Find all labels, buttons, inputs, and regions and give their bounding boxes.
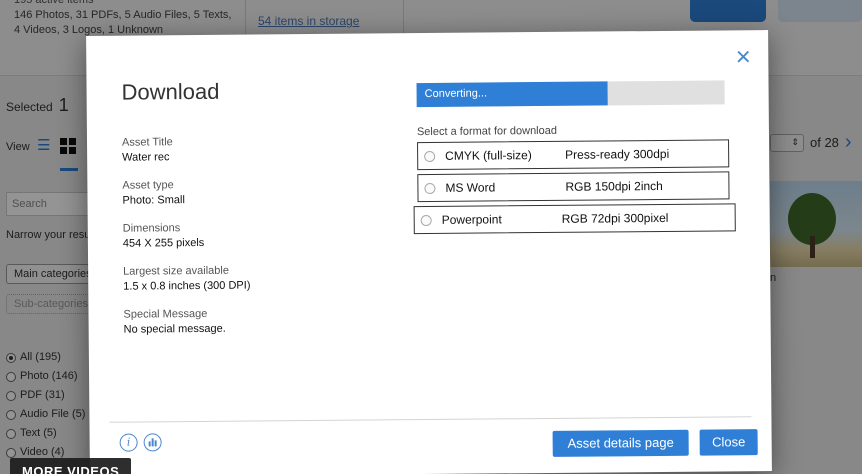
asset-details-button[interactable]: Asset details page <box>552 429 689 457</box>
format-option-cmyk[interactable]: CMYK (full-size) Press-ready 300dpi <box>417 139 730 171</box>
largest-size-field: Largest size available 1.5 x 0.8 inches … <box>123 262 383 294</box>
stats-icon[interactable] <box>143 433 162 452</box>
format-option-powerpoint[interactable]: Powerpoint RGB 72dpi 300pixel <box>413 203 736 235</box>
progress-text: Converting... <box>424 87 488 101</box>
format-spec: Press-ready 300dpi <box>565 146 670 162</box>
format-name: MS Word <box>445 180 496 195</box>
radio-button[interactable] <box>420 214 432 226</box>
dialog-title: Download <box>121 78 220 105</box>
format-option-ms-word[interactable]: MS Word RGB 150dpi 2inch <box>417 171 730 203</box>
radio-button[interactable] <box>424 182 436 194</box>
dimensions-field: Dimensions 454 X 255 pixels <box>123 219 383 251</box>
more-videos-overlay[interactable]: MORE VIDEOS <box>10 458 132 474</box>
format-name: Powerpoint <box>441 212 502 227</box>
special-message-field: Special Message No special message. <box>123 305 383 337</box>
field-value: 454 X 255 pixels <box>122 236 205 250</box>
format-name: CMYK (full-size) <box>445 148 532 163</box>
field-value: No special message. <box>123 322 226 336</box>
asset-details: Asset Title Water rec Asset type Photo: … <box>122 133 384 350</box>
format-spec: RGB 150dpi 2inch <box>565 178 663 194</box>
format-select-title: Select a format for download <box>416 124 558 139</box>
download-dialog: × Download Asset Title Water rec Asset t… <box>86 30 772 474</box>
radio-button[interactable] <box>424 150 436 162</box>
format-spec: RGB 72dpi 300pixel <box>561 210 669 226</box>
asset-type-field: Asset type Photo: Small <box>122 176 382 208</box>
field-value: 1.5 x 0.8 inches (300 DPI) <box>123 279 251 293</box>
info-icon[interactable]: i <box>119 433 138 452</box>
close-icon[interactable]: × <box>732 41 754 71</box>
format-list: CMYK (full-size) Press-ready 300dpi MS W… <box>413 139 736 238</box>
field-value: Water rec <box>122 151 170 164</box>
field-value: Photo: Small <box>122 194 185 207</box>
asset-title-field: Asset Title Water rec <box>122 133 382 165</box>
footer-divider <box>109 416 752 423</box>
conversion-progress-bar: Converting... <box>416 80 725 108</box>
close-button[interactable]: Close <box>699 429 758 456</box>
